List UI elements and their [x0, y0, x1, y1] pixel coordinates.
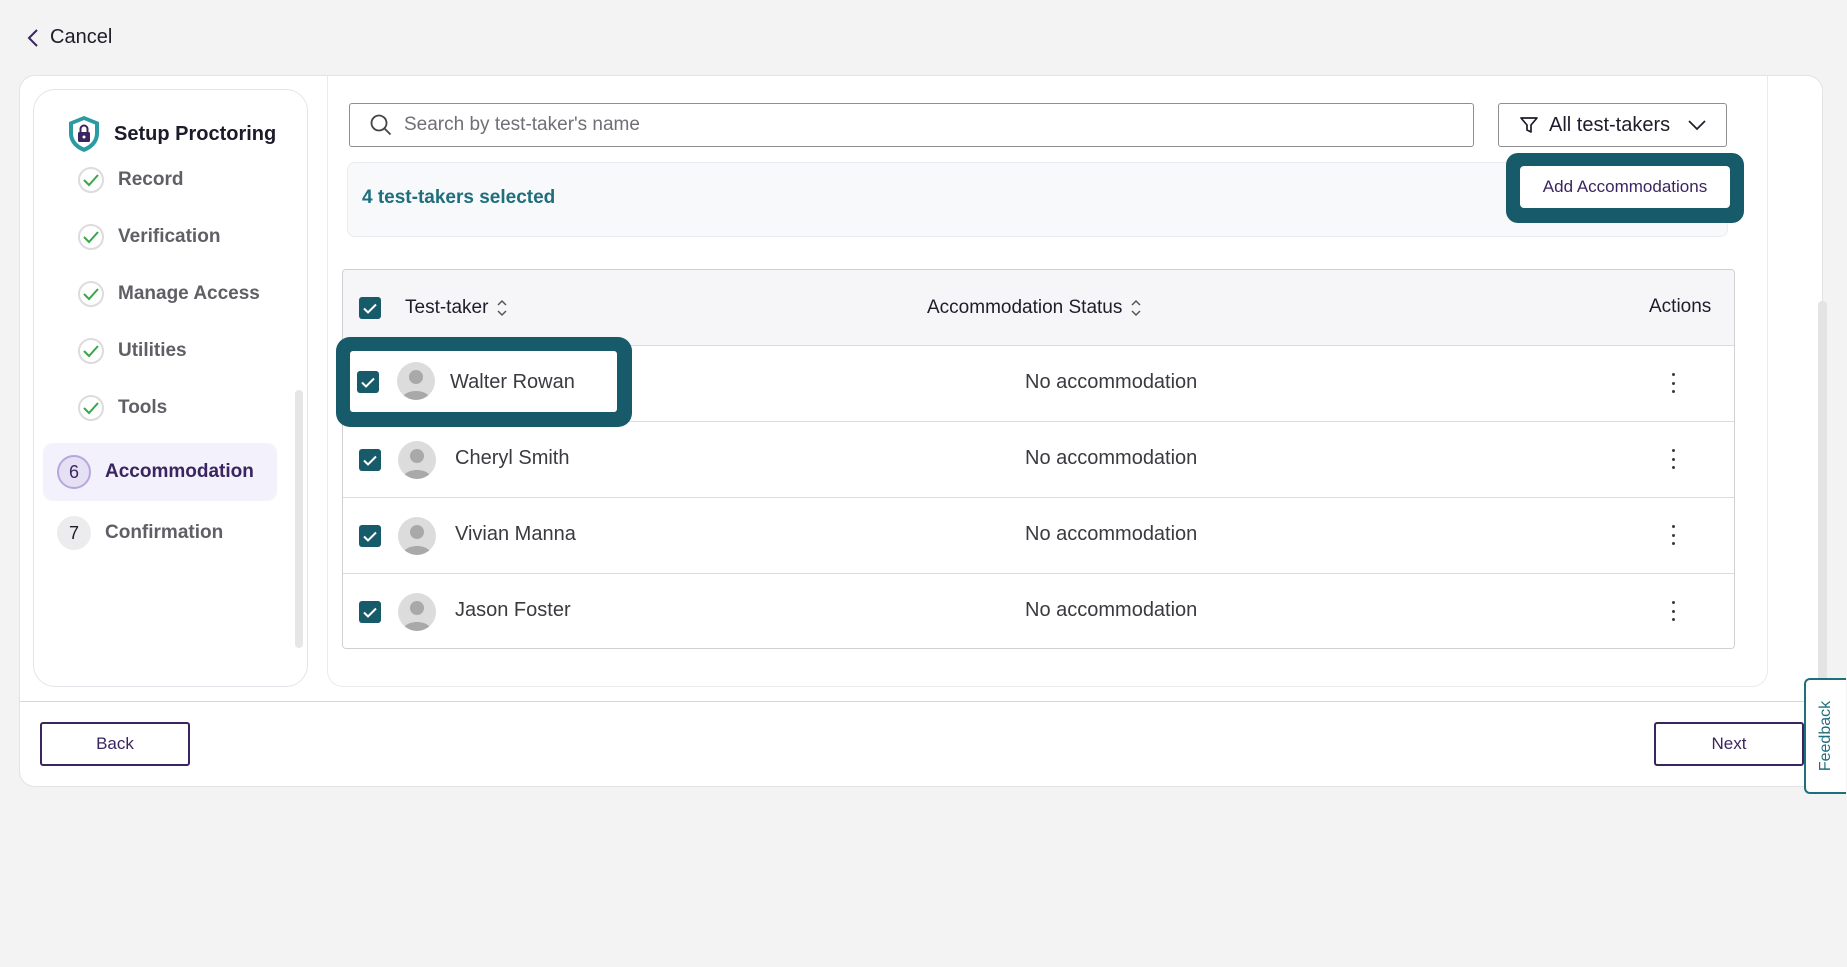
check-circle-icon [78, 281, 104, 307]
chevron-left-icon [27, 28, 38, 47]
highlighted-row-inner: Walter Rowan [350, 351, 617, 412]
step-label: Manage Access [118, 283, 260, 304]
step-label: Tools [118, 397, 168, 418]
step-utilities[interactable]: Utilities [78, 338, 187, 364]
more-actions-icon[interactable] [1663, 446, 1683, 472]
search-icon [370, 114, 392, 136]
more-actions-icon[interactable] [1663, 522, 1683, 548]
cancel-label: Cancel [50, 26, 113, 48]
add-accommodations-button[interactable]: Add Accommodations [1520, 166, 1730, 208]
step-label: Verification [118, 226, 221, 247]
sort-icon [1131, 299, 1141, 317]
row-checkbox[interactable] [359, 601, 381, 623]
sidebar-title: Setup Proctoring [66, 114, 276, 154]
check-circle-icon [78, 224, 104, 250]
filter-dropdown[interactable]: All test-takers [1498, 103, 1727, 147]
check-circle-icon [78, 338, 104, 364]
wizard-card: Setup Proctoring Record Verification Man… [19, 75, 1827, 787]
step-confirmation[interactable]: 7 Confirmation [43, 504, 277, 562]
test-taker-name: Vivian Manna [455, 523, 576, 545]
shield-lock-icon [69, 116, 99, 152]
accommodation-status: No accommodation [1025, 447, 1198, 469]
accommodation-status: No accommodation [1025, 371, 1198, 393]
step-label: Confirmation [105, 522, 224, 543]
avatar [398, 517, 436, 555]
column-test-taker[interactable]: Test-taker [405, 297, 508, 319]
table-header: Test-taker Accommodation Status Actions [343, 270, 1734, 346]
sidebar-title-text: Setup Proctoring [114, 122, 277, 145]
selection-count: 4 test-takers selected [362, 187, 556, 208]
filter-label: All test-takers [1549, 113, 1671, 136]
more-actions-icon[interactable] [1663, 370, 1683, 396]
step-label: Accommodation [105, 461, 254, 482]
check-circle-icon [78, 167, 104, 193]
step-verification[interactable]: Verification [78, 224, 220, 250]
feedback-label: Feedback [1817, 700, 1835, 772]
step-label: Record [118, 169, 184, 190]
steps-sidebar: Setup Proctoring Record Verification Man… [33, 89, 308, 687]
avatar [398, 441, 436, 479]
search-box [349, 103, 1474, 147]
avatar [397, 362, 435, 400]
feedback-tab[interactable]: Feedback [1804, 678, 1846, 794]
test-takers-table: Test-taker Accommodation Status Actions … [342, 269, 1735, 649]
more-actions-icon[interactable] [1663, 598, 1683, 624]
row-checkbox[interactable] [357, 371, 379, 393]
row-checkbox[interactable] [359, 525, 381, 547]
step-label: Utilities [118, 340, 187, 361]
check-circle-icon [78, 395, 104, 421]
next-button[interactable]: Next [1654, 722, 1804, 766]
sort-icon [497, 299, 507, 317]
column-actions: Actions [1649, 296, 1711, 318]
column-accommodation-status[interactable]: Accommodation Status [927, 297, 1142, 319]
sidebar-scrollbar[interactable] [295, 390, 303, 648]
column-label: Test-taker [405, 297, 489, 318]
footer-divider [20, 701, 1824, 702]
select-all-checkbox[interactable] [359, 297, 381, 319]
step-tools[interactable]: Tools [78, 395, 167, 421]
row-checkbox[interactable] [359, 449, 381, 471]
step-manage-access[interactable]: Manage Access [78, 281, 260, 307]
add-accommodations-highlight: Add Accommodations [1506, 153, 1744, 223]
step-record[interactable]: Record [78, 167, 183, 193]
back-button[interactable]: Back [40, 722, 190, 766]
table-row: Vivian Manna No accommodation [343, 498, 1734, 574]
test-taker-name: Jason Foster [455, 599, 571, 621]
step-number: 6 [57, 455, 91, 489]
filter-icon [1520, 117, 1538, 133]
step-number: 7 [57, 516, 91, 550]
search-input[interactable] [404, 114, 1473, 136]
avatar [398, 593, 436, 631]
cancel-link[interactable]: Cancel [26, 26, 112, 49]
accommodation-status: No accommodation [1025, 523, 1198, 545]
chevron-down-icon [1688, 120, 1706, 131]
table-row: Cheryl Smith No accommodation [343, 422, 1734, 498]
table-row: Jason Foster No accommodation [343, 574, 1734, 648]
test-taker-name: Walter Rowan [450, 371, 575, 393]
column-label: Accommodation Status [927, 297, 1123, 318]
column-label: Actions [1649, 296, 1712, 317]
accommodation-status: No accommodation [1025, 599, 1198, 621]
highlighted-row-callout: Walter Rowan [336, 337, 632, 427]
step-accommodation[interactable]: 6 Accommodation [43, 443, 277, 501]
test-taker-name: Cheryl Smith [455, 447, 570, 469]
